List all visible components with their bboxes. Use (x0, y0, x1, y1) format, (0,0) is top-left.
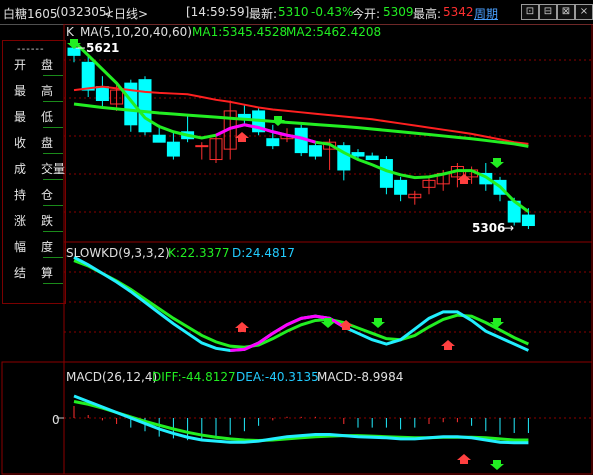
candle-body (152, 134, 166, 143)
info-row-label-2: 交量 (41, 162, 66, 176)
info-row-value-line (43, 75, 63, 76)
info-row-label-2: 度 (41, 240, 54, 254)
sell-arrow-icon (371, 318, 385, 328)
buy-arrow-icon (235, 322, 249, 332)
info-row: 成交量 (3, 155, 65, 181)
info-row: 幅度 (3, 233, 65, 259)
macd-dea-text: DEA:-40.3135 (236, 370, 319, 384)
time-label: [14:59:59] (186, 5, 250, 19)
ma-label: MA(5,10,20,40,60) (80, 25, 192, 39)
info-row-value-line (43, 127, 63, 128)
low-marker-arrow: → (504, 221, 514, 235)
kd-d-line (73, 259, 530, 349)
kd-d-text: D:24.4817 (232, 246, 295, 260)
info-row-label-1: 持 (14, 188, 27, 202)
info-row: 持仓 (3, 181, 65, 207)
period-link[interactable]: 周期 (474, 5, 498, 22)
info-row: 最高 (3, 77, 65, 103)
candle-body (351, 152, 365, 157)
candle-body (521, 214, 535, 227)
sell-arrow-icon (490, 158, 504, 168)
candle-body (237, 113, 251, 119)
buy-arrow-icon (235, 132, 249, 142)
buy-arrow-icon (457, 174, 471, 184)
latest-label: 最新: (249, 7, 278, 21)
info-row-value-line (43, 101, 63, 102)
info-row: 结算 (3, 259, 65, 285)
high-marker-label: 5621 (86, 41, 119, 55)
kd-series (73, 256, 530, 352)
high-label: 最高: (413, 7, 442, 21)
macd-label: MACD(26,12,4) (66, 370, 157, 384)
info-row-label-1: 最 (14, 84, 27, 98)
macd-macd-text: MACD:-8.9984 (317, 370, 403, 384)
candle-body (365, 155, 379, 161)
ma2-text: MA2:5462.4208 (286, 25, 381, 39)
sell-arrow-icon (490, 460, 504, 470)
period-label[interactable]: <日线> (104, 5, 148, 22)
macd-series (73, 394, 529, 445)
candlestick-series (67, 41, 535, 229)
info-row-label-2: 高 (41, 84, 54, 98)
candle-body (67, 47, 81, 56)
sell-arrow-icon (271, 116, 285, 126)
info-row-label-2: 仓 (41, 188, 54, 202)
low-marker-label: 5306 (472, 221, 505, 235)
candle-body (138, 79, 152, 133)
candle-body (95, 86, 109, 102)
info-row-label-1: 成 (14, 162, 27, 176)
buy-arrow-icon (441, 340, 455, 350)
candle-body (266, 138, 280, 147)
info-row-label-2: 盘 (41, 58, 54, 72)
close-button[interactable]: × (575, 4, 593, 20)
info-row-label-1: 最 (14, 110, 27, 124)
symbol-code: (032305) (56, 5, 112, 19)
info-row-label-1: 结 (14, 266, 27, 280)
ma1-text: MA1:5345.4528 (192, 25, 287, 39)
change-value: -0.43% (311, 5, 354, 19)
macd-zero-label: 0 (52, 413, 60, 427)
macd-diff-text: DIFF:-44.8127 (152, 370, 236, 384)
info-row-label-1: 幅 (14, 240, 27, 254)
candle-body (308, 145, 322, 157)
info-row-label-1: 涨 (14, 214, 27, 228)
kd-label: SLOWKD(9,3,3,2) (66, 246, 170, 260)
info-row-label-2: 低 (41, 110, 54, 124)
title-bar: 白糖1605 (032305) <日线> [14:59:59] 最新: 5310… (0, 0, 593, 25)
info-row: 涨跌 (3, 207, 65, 233)
open-value: 5309 (383, 5, 414, 19)
maximize-button[interactable]: ⊠ (557, 4, 575, 20)
info-row-value-line (43, 257, 63, 258)
kd-k-line (73, 256, 530, 352)
info-row-value-line (43, 179, 63, 180)
high-value: 5342 (443, 5, 474, 19)
k-label: K (66, 25, 75, 39)
info-row-value-line (43, 231, 63, 232)
info-row-label-1: 收 (14, 136, 27, 150)
info-row-value-line (43, 205, 63, 206)
candle-body (166, 141, 180, 157)
info-row: 开盘 (3, 51, 65, 77)
info-row: 最低 (3, 103, 65, 129)
chart-area[interactable]: K MA(5,10,20,40,60) MA1:5345.4528 MA2:54… (0, 24, 593, 475)
info-row-label-2: 跌 (41, 214, 54, 228)
info-row-value-line (43, 153, 63, 154)
restore-button[interactable]: ⊡ (521, 4, 539, 20)
minimize-button[interactable]: ⊟ (539, 4, 557, 20)
info-row-label-2: 算 (41, 266, 54, 280)
open-label: 今开: (352, 7, 381, 21)
latest-value: 5310 (278, 5, 309, 19)
candle-body (195, 145, 209, 148)
kd-k-text: K:22.3377 (168, 246, 230, 260)
info-row: 收盘 (3, 129, 65, 155)
candle-body (394, 179, 408, 195)
info-row-label-2: 盘 (41, 136, 54, 150)
buy-arrow-icon (457, 454, 471, 464)
quote-info-panel: ------ 开盘最高最低收盘成交量持仓涨跌幅度结算 (2, 40, 66, 304)
info-row-value-line (43, 283, 63, 284)
candle-body (81, 61, 95, 91)
symbol-name: 白糖1605 (3, 7, 58, 21)
info-row-label-1: 开 (14, 58, 27, 72)
